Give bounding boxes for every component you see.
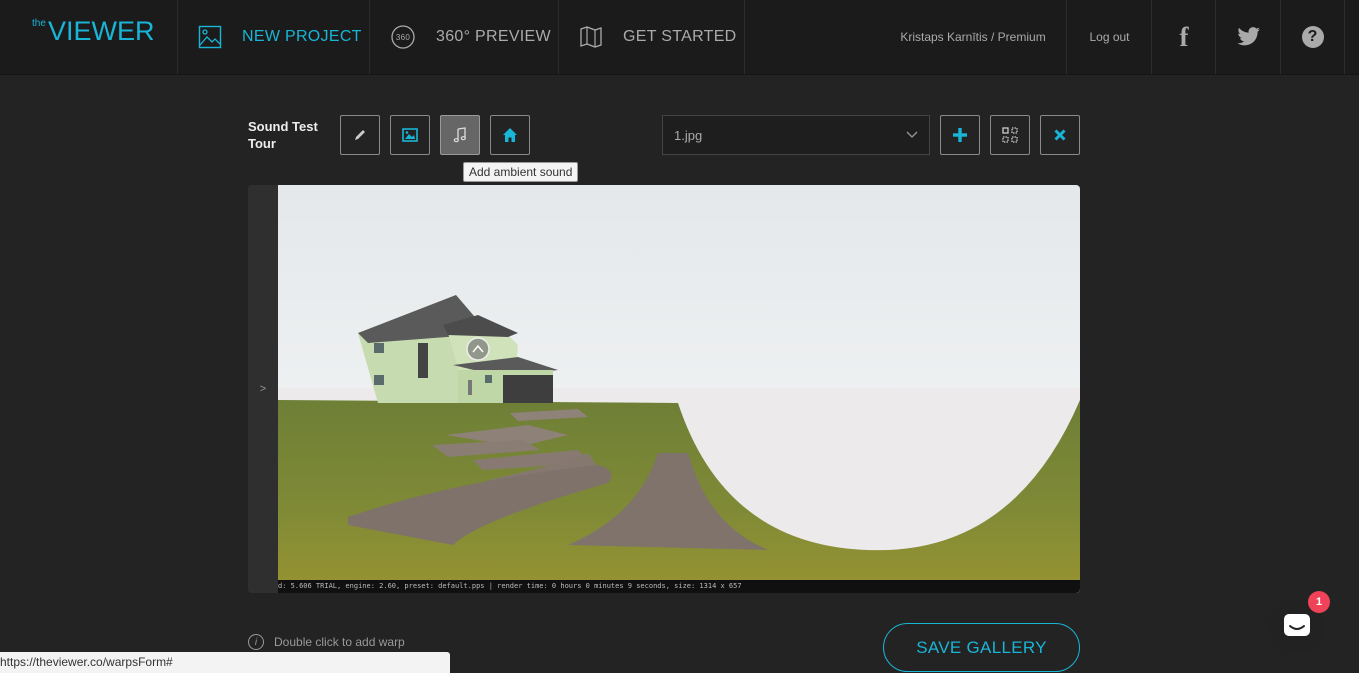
tour-title: Sound Test Tour [248,118,318,152]
panorama-image[interactable] [278,185,1080,593]
plus-icon [953,128,967,142]
add-image-button[interactable] [390,115,430,155]
tour-title-line1: Sound Test [248,119,318,134]
add-ambient-sound-tooltip: Add ambient sound [463,162,579,182]
logout-label: Log out [1089,30,1130,44]
user-account-label: Kristaps Karnītis / Premium [900,30,1046,44]
help-icon: ? [1301,26,1324,48]
add-ambient-sound-button[interactable] [440,115,480,155]
map-icon [580,26,602,48]
tour-title-line2: Tour [248,136,276,151]
chevron-down-icon [906,131,918,138]
logo-text: VIEWER [48,16,155,46]
user-account-link[interactable]: Kristaps Karnītis / Premium [880,0,1066,74]
close-icon [1054,129,1066,141]
add-scene-button[interactable] [940,115,980,155]
chat-icon [1284,614,1310,636]
save-gallery-button[interactable]: SAVE GALLERY [883,623,1080,672]
nav-360-preview[interactable]: 360 360° PREVIEW [369,0,559,74]
set-home-button[interactable] [490,115,530,155]
home-icon [503,128,517,142]
nav-360-preview-label: 360° PREVIEW [436,28,551,45]
scene-select[interactable]: 1.jpg [662,115,930,155]
swap-grid-icon [1002,127,1018,143]
logo-small-text: the [32,18,46,29]
music-note-icon [453,127,466,143]
twitter-icon [1236,27,1260,46]
facebook-link[interactable]: f [1151,0,1216,74]
360-icon: 360 [391,25,415,49]
nav-get-started[interactable]: GET STARTED [558,0,745,74]
top-navigation-bar: the VIEWER NEW PROJECT 360 360° PREVIEW … [0,0,1359,75]
warp-hint: i Double click to add warp [248,634,405,650]
render-info-caption: d: 5.606 TRIAL, engine: 2.60, preset: de… [278,580,1080,593]
edit-tour-button[interactable] [340,115,380,155]
panorama-viewer[interactable]: > d: 5.606 TRIAL, engine: 2.60, preset: … [248,185,1080,593]
reorder-scenes-button[interactable] [990,115,1030,155]
info-icon: i [248,634,264,650]
image-icon [198,25,222,49]
facebook-icon: f [1179,21,1189,52]
twitter-link[interactable] [1215,0,1281,74]
delete-scene-button[interactable] [1040,115,1080,155]
image-icon [402,128,418,142]
help-link[interactable]: ? [1280,0,1345,74]
browser-status-url: https://theviewer.co/warpsForm# [0,652,450,673]
logout-link[interactable]: Log out [1066,0,1152,74]
scene-list-toggle[interactable]: > [248,185,278,593]
scene-select-value: 1.jpg [674,127,703,143]
pencil-icon [355,130,365,140]
nav-new-project-label: NEW PROJECT [242,28,362,45]
svg-text:360: 360 [396,33,410,42]
chat-notification-badge: 1 [1308,591,1330,613]
nav-new-project[interactable]: NEW PROJECT [177,0,370,74]
warp-hint-text: Double click to add warp [274,635,405,649]
nav-get-started-label: GET STARTED [623,28,737,45]
